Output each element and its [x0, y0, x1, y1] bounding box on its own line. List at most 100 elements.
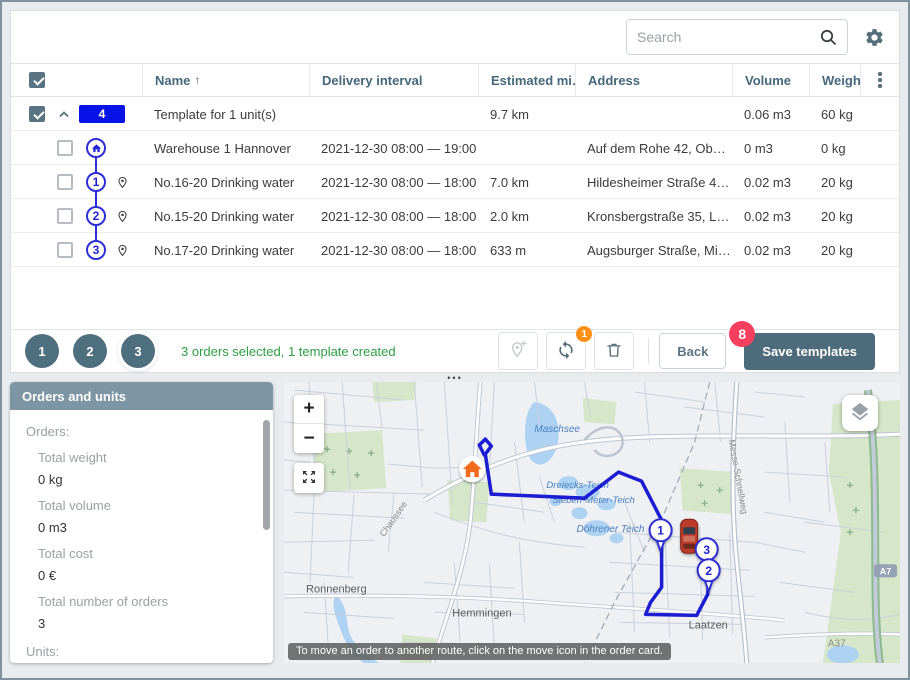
row-estimated: 2.0 km	[478, 209, 575, 224]
column-header-estimated-mileage[interactable]: Estimated mi…	[478, 64, 575, 96]
row-interval: 2021-12-30 08:00 — 18:00	[309, 243, 478, 258]
column-header-address[interactable]: Address	[575, 64, 732, 96]
toolbar	[11, 11, 899, 63]
row-interval: 2021-12-30 08:00 — 18:00	[309, 175, 478, 190]
svg-text:3: 3	[703, 543, 710, 557]
collapse-chevron-icon[interactable]	[58, 108, 70, 120]
map-badge-a7: A7	[874, 564, 897, 577]
row-address: Augsburger Straße, Mi…	[575, 243, 732, 258]
route-rail: 1	[85, 165, 107, 199]
order-select-cell: 1	[11, 165, 142, 199]
map-label-maschsee: Maschsee	[534, 424, 580, 435]
map-layers-button[interactable]	[842, 395, 878, 431]
row-name: No.17-20 Drinking water	[142, 243, 309, 258]
panel-body: Orders: Total weight 0 kg Total volume 0…	[10, 410, 273, 662]
search-box	[626, 19, 848, 55]
warehouse-checkbox[interactable]	[57, 140, 73, 156]
panel-scrollbar-thumb[interactable]	[263, 420, 270, 530]
row-volume: 0.02 m3	[732, 175, 809, 190]
splitter-handle[interactable]: •••	[10, 373, 900, 382]
summary-item: Total number of orders 3	[38, 594, 257, 631]
back-button[interactable]: Back	[659, 333, 726, 369]
route-rail: 2	[85, 199, 107, 233]
summary-value: 0 m3	[38, 520, 257, 535]
sync-routes-button[interactable]: 1	[546, 332, 586, 370]
save-notification-badge: 8	[729, 321, 755, 347]
column-settings-kebab-icon[interactable]	[860, 64, 899, 96]
table-row-order-1[interactable]: 1 No.16-20 Drinking water 2021-12-30 08:…	[11, 165, 899, 199]
column-label-name: Name	[155, 73, 190, 88]
column-header-name[interactable]: Name ↑	[142, 64, 309, 96]
location-pin-icon	[116, 176, 129, 189]
search-icon[interactable]	[819, 28, 837, 46]
warehouse-home-icon	[86, 138, 106, 158]
row-weight: 0 kg	[809, 141, 860, 156]
selection-status-text: 3 orders selected, 1 template created	[181, 344, 396, 359]
summary-item: Total volume 0 m3	[38, 498, 257, 535]
summary-label: Total weight	[38, 450, 257, 465]
template-weight: 60 kg	[809, 107, 860, 122]
svg-text:A7: A7	[880, 566, 892, 576]
row-estimated: 633 m	[478, 243, 575, 258]
template-select-cell: 4	[11, 97, 142, 131]
map-hint-tooltip: To move an order to another route, click…	[288, 643, 671, 660]
zoom-in-button[interactable]: +	[294, 395, 324, 424]
row-address: Auf dem Rohe 42, Obe…	[575, 141, 732, 156]
assign-unit-button[interactable]	[498, 332, 538, 370]
order-select-cell: 3	[11, 233, 142, 267]
row-name: Warehouse 1 Hannover	[142, 141, 309, 156]
search-input[interactable]	[637, 29, 819, 45]
save-templates-wrap: 8 Save templates	[744, 333, 875, 370]
sync-count-badge: 1	[576, 326, 592, 342]
template-volume: 0.06 m3	[732, 107, 809, 122]
wizard-step-1[interactable]: 1	[25, 334, 59, 368]
stop-number-badge: 2	[86, 206, 106, 226]
save-templates-button[interactable]: Save templates	[744, 333, 875, 370]
column-header-volume[interactable]: Volume	[732, 64, 809, 96]
summary-value: 0 kg	[38, 472, 257, 487]
footer-divider	[648, 338, 649, 364]
trash-icon	[605, 341, 623, 362]
svg-text:2: 2	[705, 564, 712, 578]
row-address: Hildesheimer Straße 4…	[575, 175, 732, 190]
order-checkbox[interactable]	[57, 208, 73, 224]
pin-add-icon	[508, 340, 528, 363]
panel-title: Orders and units	[10, 382, 273, 410]
location-pin-icon	[116, 244, 129, 257]
orders-table-card: Name ↑ Delivery interval Estimated mi… A…	[10, 10, 900, 373]
sync-icon	[556, 340, 576, 363]
select-all-checkbox[interactable]	[29, 72, 45, 88]
table-row-template[interactable]: 4 Template for 1 unit(s) 9.7 km 0.06 m3 …	[11, 97, 899, 131]
row-estimated: 7.0 km	[478, 175, 575, 190]
zoom-out-button[interactable]: −	[294, 424, 324, 453]
row-volume: 0 m3	[732, 141, 809, 156]
row-name: No.15-20 Drinking water	[142, 209, 309, 224]
map-home-marker[interactable]	[459, 456, 485, 482]
map-label-doehrener-teich: Döhrener Teich	[576, 524, 644, 535]
table-row-order-2[interactable]: 2 No.15-20 Drinking water 2021-12-30 08:…	[11, 199, 899, 233]
table-row-warehouse[interactable]: Warehouse 1 Hannover 2021-12-30 08:00 — …	[11, 131, 899, 165]
select-all-cell	[11, 64, 142, 96]
wizard-step-2[interactable]: 2	[73, 334, 107, 368]
wizard-step-3-active[interactable]: 3	[121, 334, 155, 368]
row-volume: 0.02 m3	[732, 209, 809, 224]
map-label-laatzen: Laatzen	[689, 619, 728, 631]
column-header-delivery-interval[interactable]: Delivery interval	[309, 64, 478, 96]
map-container[interactable]: Maschsee Dreiecks-Teich Sieben-Meter-Tei…	[284, 382, 900, 663]
template-checkbox[interactable]	[29, 106, 45, 122]
row-weight: 20 kg	[809, 243, 860, 258]
map-canvas[interactable]: Maschsee Dreiecks-Teich Sieben-Meter-Tei…	[284, 382, 900, 663]
delete-button[interactable]	[594, 332, 634, 370]
summary-value: 0 €	[38, 568, 257, 583]
column-header-weight[interactable]: Weight	[809, 64, 860, 96]
fullscreen-button[interactable]	[294, 463, 324, 493]
order-checkbox[interactable]	[57, 174, 73, 190]
map-zoom-controls: + −	[294, 395, 324, 453]
map-label-a37: A37	[828, 638, 846, 649]
orders-and-units-panel: Orders and units Orders: Total weight 0 …	[10, 382, 273, 663]
table-row-order-3[interactable]: 3 No.17-20 Drinking water 2021-12-30 08:…	[11, 233, 899, 267]
order-checkbox[interactable]	[57, 242, 73, 258]
settings-gear-icon[interactable]	[864, 27, 885, 48]
wizard-footer: 1 2 3 3 orders selected, 1 template crea…	[11, 329, 899, 372]
route-rail: 3	[85, 233, 107, 267]
